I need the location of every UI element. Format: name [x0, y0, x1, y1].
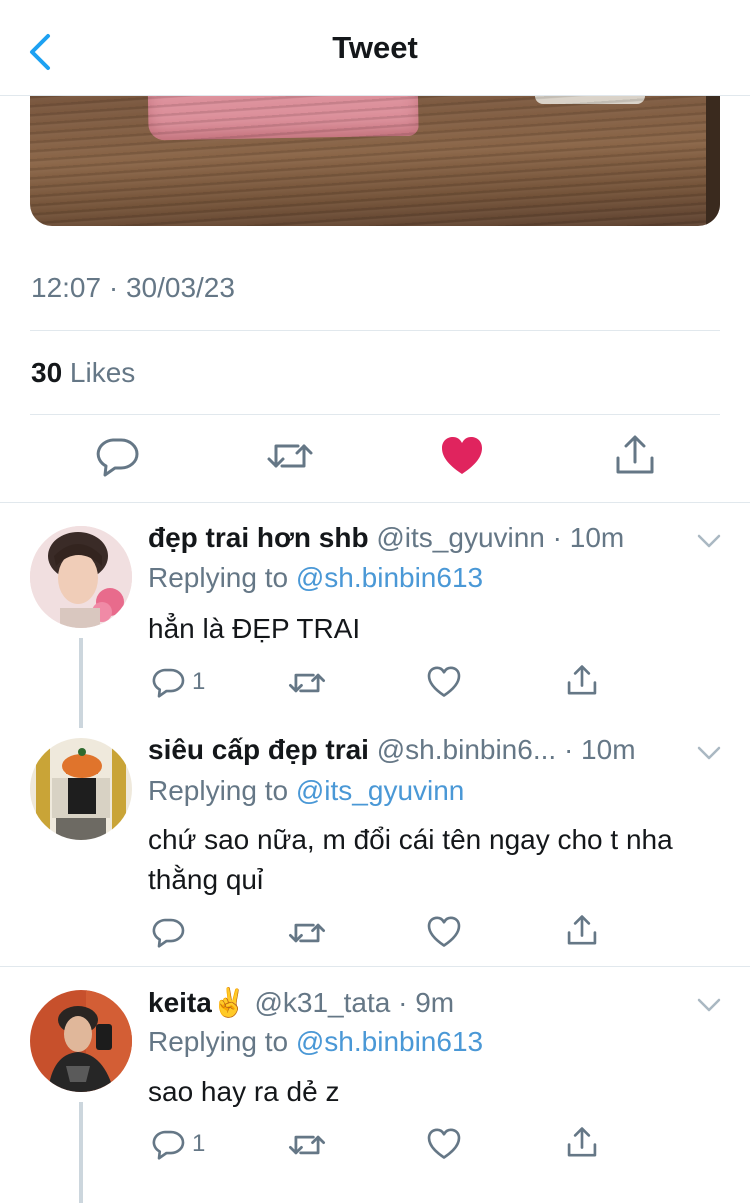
handle-and-time: @its_gyuvinn · 10m — [368, 522, 625, 553]
comment-icon — [152, 1130, 185, 1160]
replying-to: Replying to @sh.binbin613 — [148, 562, 483, 594]
display-name[interactable]: keita — [148, 987, 212, 1018]
reply-button[interactable] — [150, 912, 190, 952]
more-options-button[interactable] — [696, 531, 722, 551]
share-icon — [567, 1127, 597, 1157]
replying-to: Replying to @sh.binbin613 — [148, 1026, 483, 1058]
replying-to-label: Replying to — [148, 775, 296, 806]
more-options-button[interactable] — [696, 995, 722, 1015]
comment-icon — [96, 438, 139, 477]
replying-to-label: Replying to — [148, 562, 296, 593]
like-button[interactable] — [437, 432, 487, 482]
retweet-icon — [288, 923, 326, 943]
heart-filled-icon — [442, 437, 482, 474]
avatar-portrait — [30, 990, 132, 1092]
share-button[interactable] — [563, 910, 603, 950]
reply-button[interactable]: 1 — [150, 1124, 240, 1164]
reply-count: 1 — [192, 668, 206, 695]
divider — [0, 966, 750, 967]
retweet-button[interactable] — [287, 1124, 327, 1164]
like-button[interactable] — [425, 912, 465, 952]
victory-hand-emoji: ✌️ — [211, 987, 247, 1018]
thread-line — [79, 1102, 83, 1203]
share-icon — [567, 915, 597, 945]
mention-link[interactable]: @sh.binbin613 — [296, 1026, 483, 1057]
reply-text: chứ sao nữa, m đổi cái tên ngay cho t nh… — [148, 824, 673, 895]
avatar-portrait — [30, 738, 132, 840]
avatar-portrait — [30, 526, 132, 628]
avatar[interactable] — [30, 526, 132, 628]
chevron-down-icon — [697, 998, 721, 1012]
tweet-timestamp: 12:07 · 30/03/23 — [31, 272, 235, 303]
more-options-button[interactable] — [696, 743, 722, 763]
reply-text: sao hay ra dẻ z — [148, 1076, 340, 1107]
thread-line — [79, 638, 83, 728]
reply-button[interactable] — [93, 432, 143, 482]
replying-to-label: Replying to — [148, 1026, 296, 1057]
handle-and-time: @sh.binbin6... · 10m — [368, 734, 636, 765]
retweet-button[interactable] — [265, 432, 315, 482]
share-button[interactable] — [610, 432, 660, 482]
chevron-down-icon — [697, 746, 721, 760]
tweet-action-bar — [0, 432, 750, 486]
share-icon — [567, 665, 597, 695]
reply-header: siêu cấp đẹp trai @sh.binbin6... · 10m — [148, 734, 636, 766]
mention-link[interactable]: @its_gyuvinn — [296, 775, 465, 806]
reply-header: keita✌️ @k31_tata · 9m — [148, 986, 454, 1019]
display-name[interactable]: đẹp trai hơn shb — [148, 522, 369, 553]
retweet-button[interactable] — [287, 662, 327, 702]
retweet-icon — [267, 444, 313, 468]
chevron-down-icon — [697, 534, 721, 548]
reply-text: hẳn là ĐẸP TRAI — [148, 613, 361, 644]
page-title: Tweet — [332, 30, 418, 65]
divider — [0, 502, 750, 503]
mention-link[interactable]: @sh.binbin613 — [296, 562, 483, 593]
comment-icon — [152, 918, 185, 948]
heart-icon — [427, 666, 461, 697]
avatar[interactable] — [30, 990, 132, 1092]
like-button[interactable] — [425, 662, 465, 702]
share-button[interactable] — [563, 1122, 603, 1162]
likes-label: Likes — [62, 357, 136, 388]
handle-and-time: @k31_tata · 9m — [246, 987, 455, 1018]
likes-summary[interactable]: 30 Likes — [31, 357, 135, 389]
heart-icon — [427, 1128, 461, 1159]
comment-icon — [152, 668, 185, 698]
divider — [30, 414, 720, 415]
display-name[interactable]: siêu cấp đẹp trai — [148, 734, 369, 765]
replying-to: Replying to @its_gyuvinn — [148, 775, 464, 807]
nav-header: Tweet — [0, 0, 750, 96]
retweet-icon — [288, 673, 326, 693]
share-button[interactable] — [563, 660, 603, 700]
heart-icon — [427, 916, 461, 947]
divider — [30, 330, 720, 331]
avatar[interactable] — [30, 738, 132, 840]
reply-button[interactable]: 1 — [150, 662, 240, 702]
reply-count: 1 — [192, 1130, 206, 1157]
share-icon — [616, 435, 654, 474]
retweet-icon — [288, 1135, 326, 1155]
reply-header: đẹp trai hơn shb @its_gyuvinn · 10m — [148, 522, 624, 554]
likes-count: 30 — [31, 357, 63, 388]
like-button[interactable] — [425, 1124, 465, 1164]
retweet-button[interactable] — [287, 912, 327, 952]
